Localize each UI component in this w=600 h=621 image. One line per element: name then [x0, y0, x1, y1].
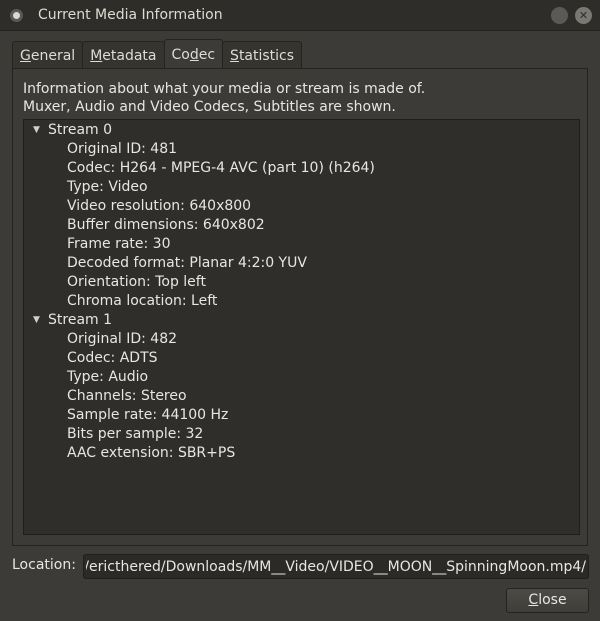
stream-property: Sample rate: 44100 Hz — [67, 407, 229, 423]
stream-row-0[interactable]: ▼ Stream 0 — [24, 121, 579, 140]
tab-statistics[interactable]: Statistics — [222, 41, 303, 69]
tab-general-label: General — [20, 48, 76, 64]
tab-metadata-label: Metadata — [90, 48, 157, 64]
stream-property: AAC extension: SBR+PS — [67, 445, 236, 461]
stream-property: Type: Audio — [67, 369, 149, 385]
codec-description-line2: Muxer, Audio and Video Codecs, Subtitles… — [23, 99, 396, 115]
triangle-down-icon[interactable]: ▼ — [33, 311, 40, 330]
codec-panel: Information about what your media or str… — [12, 68, 588, 546]
stream-1-name: Stream 1 — [48, 312, 113, 328]
stream-property: Original ID: 481 — [67, 141, 178, 157]
media-information-window: Current Media Information ✕ General Meta… — [0, 0, 600, 621]
title-bar: Current Media Information ✕ — [0, 0, 600, 31]
stream-property: Frame rate: 30 — [67, 236, 171, 252]
stream-property: Codec: ADTS — [67, 350, 158, 366]
stream-row-1[interactable]: ▼ Stream 1 — [24, 311, 579, 330]
tab-metadata[interactable]: Metadata — [82, 41, 165, 69]
stream-property: Original ID: 482 — [67, 331, 178, 347]
close-button-mnemonic: C — [528, 592, 539, 608]
stream-property: Codec: H264 - MPEG-4 AVC (part 10) (h264… — [67, 160, 375, 176]
stream-property: Video resolution: 640x800 — [67, 198, 252, 214]
stream-property: Type: Video — [67, 179, 148, 195]
window-close-button[interactable]: ✕ — [575, 7, 592, 24]
stream-property: Orientation: Top left — [67, 274, 206, 290]
stream-property: Channels: Stereo — [67, 388, 187, 404]
stream-property: Chroma location: Left — [67, 293, 218, 309]
location-field[interactable] — [83, 554, 589, 579]
tab-statistics-label: Statistics — [230, 48, 295, 64]
tab-bar: General Metadata Codec Statistics — [12, 39, 303, 69]
codec-description-line1: Information about what your media or str… — [23, 81, 426, 97]
close-button-label: Close — [528, 592, 567, 608]
stream-property: Buffer dimensions: 640x802 — [67, 217, 265, 233]
window-title: Current Media Information — [38, 7, 223, 23]
stream-tree[interactable]: ▼ Stream 0 Original ID: 481 Codec: H264 … — [23, 119, 580, 535]
stream-0-name: Stream 0 — [48, 122, 113, 138]
stream-property: Bits per sample: 32 — [67, 426, 204, 442]
triangle-down-icon[interactable]: ▼ — [33, 121, 40, 140]
tab-general[interactable]: General — [12, 41, 84, 69]
close-button[interactable]: Close — [506, 588, 589, 613]
tab-codec-label: Codec — [171, 47, 216, 63]
tab-general-rest: eneral — [30, 48, 76, 64]
media-player-icon — [10, 9, 23, 22]
window-maximize-button[interactable] — [551, 7, 568, 24]
tab-codec[interactable]: Codec — [163, 39, 224, 69]
location-label: Location: — [12, 557, 76, 573]
codec-description: Information about what your media or str… — [23, 80, 425, 116]
stream-property: Decoded format: Planar 4:2:0 YUV — [67, 255, 307, 271]
